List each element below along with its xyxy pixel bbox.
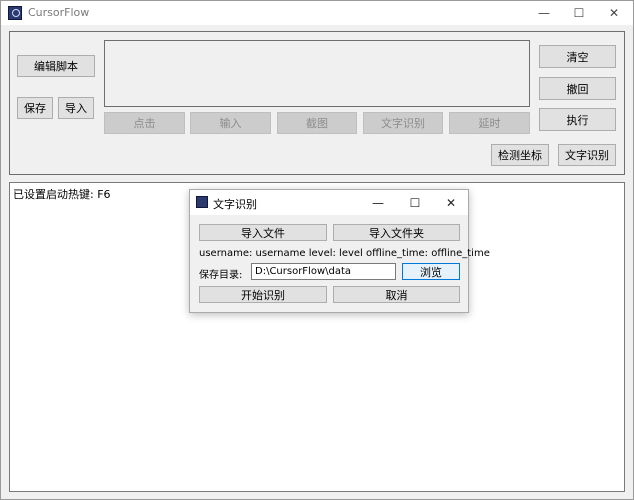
dialog-minimize-icon[interactable]: —	[361, 191, 395, 215]
app-logo-icon	[8, 6, 22, 20]
template-info-text: username: username level: level offline_…	[199, 248, 490, 259]
ocr-dialog: 文字识别 — ☐ ✕ 导入文件 导入文件夹 username: username…	[189, 189, 490, 313]
app-logo-icon	[196, 196, 208, 208]
import-button[interactable]: 导入	[58, 97, 94, 119]
save-dir-input[interactable]	[251, 263, 396, 280]
save-dir-label: 保存目录:	[199, 270, 243, 281]
maximize-icon[interactable]: ☐	[561, 1, 597, 25]
cancel-button[interactable]: 取消	[333, 286, 460, 303]
clear-button[interactable]: 清空	[539, 45, 616, 68]
log-line: 已设置启动热键: F6	[13, 188, 111, 201]
dialog-title: 文字识别	[213, 198, 257, 211]
screenshot-action-button[interactable]: 截图	[277, 112, 357, 134]
browse-button[interactable]: 浏览	[402, 263, 460, 280]
start-ocr-button[interactable]: 开始识别	[199, 286, 327, 303]
script-editor[interactable]	[104, 40, 530, 107]
click-action-button[interactable]: 点击	[104, 112, 185, 134]
input-action-button[interactable]: 输入	[190, 112, 271, 134]
ocr-action-button[interactable]: 文字识别	[363, 112, 443, 134]
undo-button[interactable]: 撤回	[539, 77, 616, 100]
execute-button[interactable]: 执行	[539, 108, 616, 131]
import-file-button[interactable]: 导入文件	[199, 224, 327, 241]
dialog-maximize-icon[interactable]: ☐	[398, 191, 432, 215]
detect-coords-button[interactable]: 检测坐标	[491, 144, 549, 166]
close-icon[interactable]: ✕	[596, 1, 632, 25]
dialog-close-icon[interactable]: ✕	[434, 191, 468, 215]
import-folder-button[interactable]: 导入文件夹	[333, 224, 460, 241]
ocr-button[interactable]: 文字识别	[558, 144, 616, 166]
delay-action-button[interactable]: 延时	[449, 112, 530, 134]
save-button[interactable]: 保存	[17, 97, 53, 119]
window-title: CursorFlow	[28, 6, 90, 19]
title-bar[interactable]: CursorFlow — ☐ ✕	[1, 1, 633, 25]
minimize-icon[interactable]: —	[526, 1, 562, 25]
dialog-title-bar[interactable]: 文字识别 — ☐ ✕	[190, 190, 468, 215]
edit-script-button[interactable]: 编辑脚本	[17, 55, 95, 77]
